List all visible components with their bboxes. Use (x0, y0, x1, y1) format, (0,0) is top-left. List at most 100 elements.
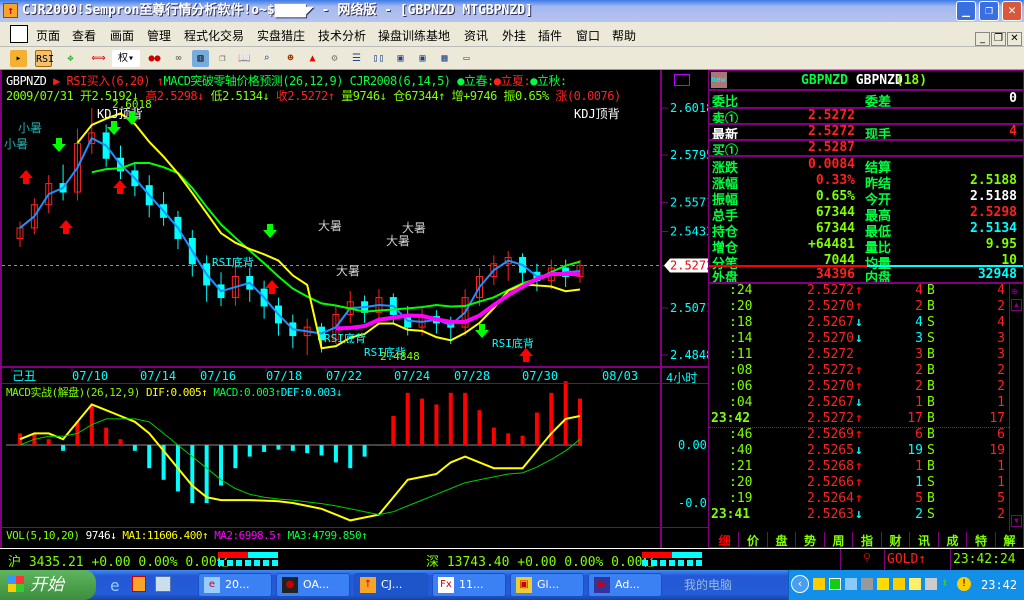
gold-ticker[interactable]: GOLD↑ (887, 552, 926, 567)
price-axis-label: 2.6018 (670, 101, 708, 115)
tray-network-icon[interactable] (845, 578, 857, 590)
book-icon[interactable]: 📖 (236, 50, 253, 67)
tray-app-icon[interactable] (813, 578, 825, 590)
window-chart-icon[interactable]: ▣ (392, 50, 409, 67)
dea-line (19, 418, 581, 516)
tray-monitor-icon[interactable] (829, 578, 841, 590)
window-line-icon[interactable]: ▭ (458, 50, 475, 67)
tray-grid-icon[interactable] (909, 578, 921, 590)
horizontal-arrows-icon[interactable]: ⟺ (90, 50, 107, 67)
scroll-down-button[interactable]: ▼ (1011, 515, 1022, 527)
menu-item[interactable]: 操盘训练基地 (378, 27, 450, 44)
start-button[interactable]: 开始 (0, 570, 96, 600)
list-layout-icon[interactable]: ☰ (348, 50, 365, 67)
calendar-icon[interactable] (674, 74, 690, 86)
menu-item[interactable]: 管理 (147, 27, 171, 44)
date-axis-label: 07/30 (522, 369, 558, 383)
menu-item[interactable]: 实盘猎庄 (257, 27, 305, 44)
show-desktop-icon[interactable] (155, 576, 171, 592)
chart-area[interactable]: GBPNZD ▶ RSI买入(6,20) ↑MACD突破零轴价格预测(26,12… (0, 70, 708, 548)
close-button[interactable]: ✕ (1002, 1, 1022, 21)
search-icon[interactable]: ⌕ (258, 50, 275, 67)
macd-histogram-bar (362, 445, 367, 457)
macd-histogram-bar (118, 439, 123, 445)
move-icon[interactable]: ✥ (62, 50, 79, 67)
quan-dropdown[interactable]: 权▾ (112, 50, 140, 67)
panel-tab[interactable]: 盘 (768, 532, 796, 548)
menu-item[interactable]: 画面 (110, 27, 134, 44)
taskbar-button[interactable]: Fx 11... (432, 573, 506, 597)
macd-histogram-bar (506, 433, 511, 445)
panel-tab[interactable]: 价 (740, 532, 768, 548)
macd-histogram-bar (190, 445, 195, 503)
scroll-up-button[interactable]: ▲ (1011, 299, 1022, 311)
cjr-quicklaunch-icon[interactable] (132, 576, 146, 592)
panel-tab[interactable]: 成 (939, 532, 967, 548)
tick-side: S (927, 315, 935, 330)
macd-histogram-bar (319, 445, 324, 456)
menu-item[interactable]: 资讯 (464, 27, 488, 44)
macd-histogram-bar (448, 392, 453, 445)
down-arrow-icon: ↓ (855, 315, 863, 330)
menu-item[interactable]: 页面 (36, 27, 60, 44)
ie-quicklaunch-icon[interactable]: e (110, 576, 120, 595)
panel-tab[interactable]: 周 (825, 532, 853, 548)
app-icon[interactable]: ↑ (3, 3, 18, 18)
tray-stack-icon[interactable] (861, 578, 873, 590)
taskbar-button[interactable]: ▣ Gl... (510, 573, 584, 597)
tray-warning-icon[interactable]: ! (957, 577, 971, 591)
tray-bird-icon[interactable] (925, 578, 937, 590)
taskbar-button[interactable]: e 20... (198, 573, 272, 597)
rsi-button[interactable]: RSI (35, 50, 54, 67)
quote-row: 涨跌 0.0084 结算 (709, 157, 1023, 176)
panel-tab[interactable]: 势 (797, 532, 825, 548)
tick-time: :08 (729, 363, 753, 378)
chart-icon[interactable]: ▥ (192, 50, 209, 67)
panel-tab[interactable]: 解 (996, 532, 1024, 548)
columns-layout-icon[interactable]: ▯▯ (370, 50, 387, 67)
menu-item[interactable]: 插件 (538, 27, 562, 44)
tray-updown-icon[interactable]: ⬍ (941, 576, 949, 591)
menu-item[interactable]: 查看 (72, 27, 96, 44)
tool-icon[interactable]: ⚙ (326, 50, 343, 67)
taskbar-button[interactable]: ↑ CJ... (354, 573, 428, 597)
taskbar-button[interactable]: ● OA... (276, 573, 350, 597)
taskbar-button[interactable]: ▶ Ad... (588, 573, 662, 597)
my-computer-toolbar[interactable]: 我的电脑 (684, 576, 732, 593)
period-label[interactable]: 4小时 (666, 369, 697, 386)
macd-axis-label: -0.01 (678, 496, 708, 510)
tray-collapse-icon[interactable]: ‹ (791, 575, 809, 593)
panel-tab[interactable]: 财 (882, 532, 910, 548)
mdi-close-button[interactable]: ✕ (1007, 32, 1022, 46)
tray-sun-icon[interactable] (877, 578, 889, 590)
window-chart2-icon[interactable]: ▣ (414, 50, 431, 67)
link-icon[interactable]: ∞ (170, 50, 187, 67)
tick-list[interactable]: :24 2.5272 ↑ 4 B 4:20 2.5270 ↑ 2 B 2:18 2.5267 ↓ 4 S 4:… (709, 283, 1009, 531)
crosshair-icon[interactable]: ⊕ (1011, 285, 1018, 298)
panel-tab[interactable]: 讯 (911, 532, 939, 548)
panel-tab[interactable]: 细 (711, 532, 739, 548)
menu-item[interactable]: 帮助 (612, 27, 636, 44)
menu-item[interactable]: 程式化交易 (184, 27, 244, 44)
mdi-minimize-button[interactable]: _ (975, 32, 990, 46)
up-arrow-icon: ↑ (855, 299, 863, 314)
header-segment: VOL(5,10,20) (6, 529, 86, 542)
window-grid-icon[interactable]: ▦ (436, 50, 453, 67)
copy-icon[interactable]: ❐ (214, 50, 231, 67)
panel-tab[interactable]: 特 (968, 532, 996, 548)
quan-label: 权 (117, 53, 128, 64)
alarm-bell-icon[interactable]: ▲ (304, 50, 321, 67)
tray-app2-icon[interactable] (893, 578, 905, 590)
menu-item[interactable]: 外挂 (502, 27, 526, 44)
minimize-button[interactable]: _ (956, 1, 976, 21)
red-green-lights-icon[interactable]: ●● (146, 50, 163, 67)
mdi-restore-button[interactable]: ❐ (991, 32, 1006, 46)
tick-scrollbar[interactable]: ⊕ ▲ ▼ (1009, 283, 1023, 531)
panel-tab[interactable]: 指 (854, 532, 882, 548)
open-folder-icon[interactable]: ▸ (10, 50, 27, 67)
menu-item[interactable]: 窗口 (576, 27, 600, 44)
menu-item[interactable]: 技术分析 (318, 27, 366, 44)
maximize-button[interactable]: ❐ (979, 1, 999, 21)
tick-time: :21 (729, 459, 753, 474)
person-icon[interactable]: ☻ (282, 50, 299, 67)
